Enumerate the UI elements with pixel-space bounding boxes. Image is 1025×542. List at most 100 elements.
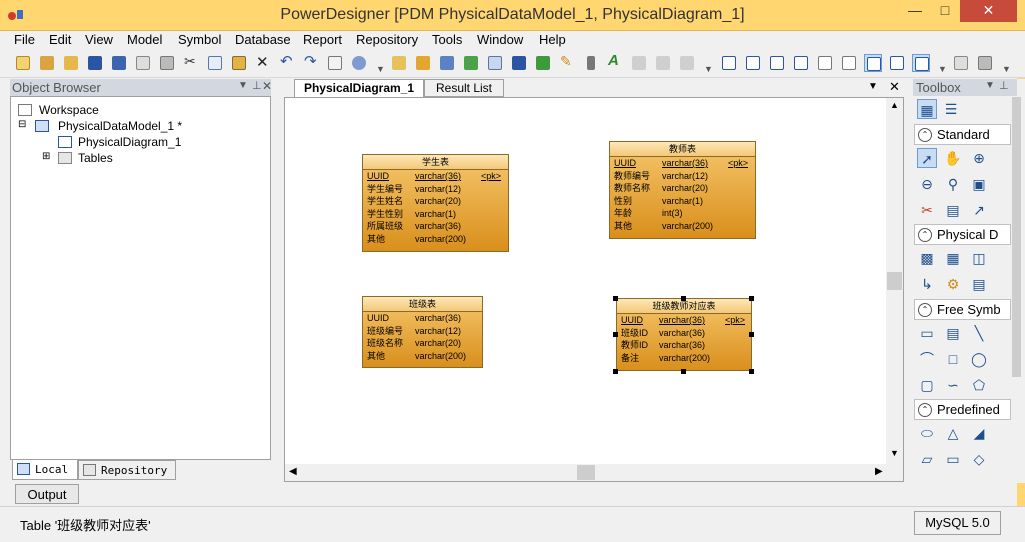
toolbox-section-free-symbols[interactable]: ⌃ Free Symb xyxy=(914,299,1011,320)
tab-local[interactable]: Local xyxy=(12,460,78,480)
selection-handle[interactable] xyxy=(749,369,754,374)
file-tool-icon[interactable]: ▤ xyxy=(969,274,989,294)
new-icon[interactable] xyxy=(14,54,32,72)
diamond-shape-icon[interactable]: ◇ xyxy=(969,449,989,469)
rectangle-tool-icon[interactable]: □ xyxy=(943,349,963,369)
menu-report[interactable]: Report xyxy=(303,32,342,47)
scroll-left-icon[interactable]: ◀ xyxy=(289,466,297,477)
procedure-tool-icon[interactable]: ⚙ xyxy=(943,274,963,294)
pin-icon[interactable]: ⊥ xyxy=(252,79,262,92)
toolbox-section-physical[interactable]: ⌃ Physical D xyxy=(914,224,1011,245)
large-icons-icon[interactable]: ▦ xyxy=(917,99,937,119)
toolbox-section-standard[interactable]: ⌃ Standard xyxy=(914,124,1011,145)
list-view-icon[interactable]: ☰ xyxy=(941,99,961,119)
print-preview-icon[interactable] xyxy=(134,54,152,72)
toolbox-section-predefined[interactable]: ⌃ Predefined xyxy=(914,399,1011,420)
tab-repository[interactable]: Repository xyxy=(78,460,176,480)
selection-handle[interactable] xyxy=(613,296,618,301)
panel-close-icon[interactable]: ✕ xyxy=(262,79,272,93)
menu-repository[interactable]: Repository xyxy=(356,32,418,47)
toolbar-overflow-icon-2[interactable]: ▼ xyxy=(704,64,713,74)
print-icon[interactable] xyxy=(158,54,176,72)
tab-result-list[interactable]: Result List xyxy=(424,79,504,97)
diagram-icon[interactable] xyxy=(534,54,552,72)
refresh-icon[interactable] xyxy=(462,54,480,72)
close-button[interactable]: ✕ xyxy=(960,0,1017,22)
open-folder-icon[interactable] xyxy=(62,54,80,72)
scroll-down-icon[interactable]: ▼ xyxy=(890,448,899,458)
align-icon[interactable] xyxy=(630,54,648,72)
selection-handle[interactable] xyxy=(613,332,618,337)
triangle-shape-icon[interactable]: △ xyxy=(943,423,963,443)
forward-icon[interactable] xyxy=(678,54,696,72)
zoom-area-icon[interactable]: ⚲ xyxy=(943,174,963,194)
note-tool-icon[interactable]: ▭ xyxy=(917,323,937,343)
toolbox-scroll-thumb[interactable] xyxy=(1012,97,1021,377)
workspace-icon[interactable] xyxy=(390,54,408,72)
generate-icon[interactable] xyxy=(438,54,456,72)
horizontal-scroll-thumb[interactable] xyxy=(577,465,595,480)
zoom-in-icon[interactable]: ⊕ xyxy=(969,148,989,168)
tabs-menu-icon[interactable]: ▼ xyxy=(868,81,878,92)
menu-edit[interactable]: Edit xyxy=(49,32,71,47)
toolbox-menu-icon[interactable]: ▼ xyxy=(985,80,995,91)
view-7-icon[interactable] xyxy=(864,54,882,72)
grabber-icon[interactable]: ✋ xyxy=(943,148,963,168)
window-icon[interactable] xyxy=(510,54,528,72)
table-tool-icon[interactable]: ▦ xyxy=(943,248,963,268)
compare-icon[interactable] xyxy=(486,54,504,72)
collapse-section-icon[interactable]: ⌃ xyxy=(918,228,932,242)
table-class[interactable]: 班级表 UUID varchar(36) 班级编号 varchar(12) 班级名称… xyxy=(362,296,483,368)
right-triangle-shape-icon[interactable]: ◢ xyxy=(969,423,989,443)
save-icon[interactable] xyxy=(86,54,104,72)
format-painter-icon[interactable] xyxy=(582,54,600,72)
menu-window[interactable]: Window xyxy=(477,32,523,47)
open-icon[interactable] xyxy=(38,54,56,72)
collapse-section-icon[interactable]: ⌃ xyxy=(918,403,932,417)
parallelogram-shape-icon[interactable]: ▱ xyxy=(917,449,937,469)
toolbar-overflow-icon-3[interactable]: ▼ xyxy=(938,64,947,74)
oval-shape-icon[interactable]: ⬭ xyxy=(917,423,937,443)
text-color-icon[interactable]: A xyxy=(606,52,624,72)
maximize-button[interactable]: □ xyxy=(930,0,960,22)
selection-handle[interactable] xyxy=(749,296,754,301)
view-3-icon[interactable] xyxy=(768,54,786,72)
table-teacher[interactable]: 教师表 UUID varchar(36) <pk> 教师编号 varchar(12) … xyxy=(609,141,756,239)
menu-file[interactable]: File xyxy=(14,32,35,47)
package-icon[interactable]: ▩ xyxy=(917,248,937,268)
check-model-icon[interactable] xyxy=(414,54,432,72)
copy-icon[interactable] xyxy=(206,54,224,72)
trapezoid-shape-icon[interactable]: ▭ xyxy=(943,449,963,469)
menu-model[interactable]: Model xyxy=(127,32,162,47)
menu-database[interactable]: Database xyxy=(235,32,291,47)
reference-tool-icon[interactable]: ↳ xyxy=(917,274,937,294)
panel-menu-icon[interactable]: ▼ xyxy=(238,80,248,91)
diagram-canvas[interactable]: 学生表 UUID varchar(36) <pk> 学生编号 varchar(12) … xyxy=(284,97,904,482)
horizontal-scrollbar[interactable]: ◀ ▶ xyxy=(285,464,888,481)
vertical-scrollbar[interactable]: ▲ ▼ xyxy=(886,98,903,464)
text-tool-icon[interactable]: ▤ xyxy=(943,323,963,343)
expand-icon[interactable]: ⊞ xyxy=(42,151,50,162)
toolbox-pin-icon[interactable]: ⊥ xyxy=(999,79,1009,92)
polygon-tool-icon[interactable]: ⬠ xyxy=(969,375,989,395)
toolbar-overflow-icon-4[interactable]: ▼ xyxy=(1002,64,1011,74)
selection-handle[interactable] xyxy=(613,369,618,374)
scroll-up-icon[interactable]: ▲ xyxy=(890,100,899,110)
view-2-icon[interactable] xyxy=(744,54,762,72)
cut-icon[interactable]: ✂ xyxy=(182,53,200,72)
view-5-icon[interactable] xyxy=(816,54,834,72)
arc-tool-icon[interactable]: ⌒ xyxy=(917,349,937,369)
close-diagram-icon[interactable]: ✕ xyxy=(889,79,900,95)
model-options-icon[interactable] xyxy=(350,54,368,72)
paste-icon[interactable] xyxy=(230,54,248,72)
output-tab[interactable]: Output xyxy=(15,484,79,504)
pointer-icon[interactable]: ➚ xyxy=(917,148,937,168)
vertical-scroll-thumb[interactable] xyxy=(887,272,902,290)
view-6-icon[interactable] xyxy=(840,54,858,72)
open-diagram-icon[interactable]: ▣ xyxy=(969,174,989,194)
properties-tool-icon[interactable]: ▤ xyxy=(943,200,963,220)
menu-help[interactable]: Help xyxy=(539,32,566,47)
table-student[interactable]: 学生表 UUID varchar(36) <pk> 学生编号 varchar(12) … xyxy=(362,154,509,252)
scroll-right-icon[interactable]: ▶ xyxy=(875,466,883,477)
delete-tool-icon[interactable]: ✂ xyxy=(917,200,937,220)
